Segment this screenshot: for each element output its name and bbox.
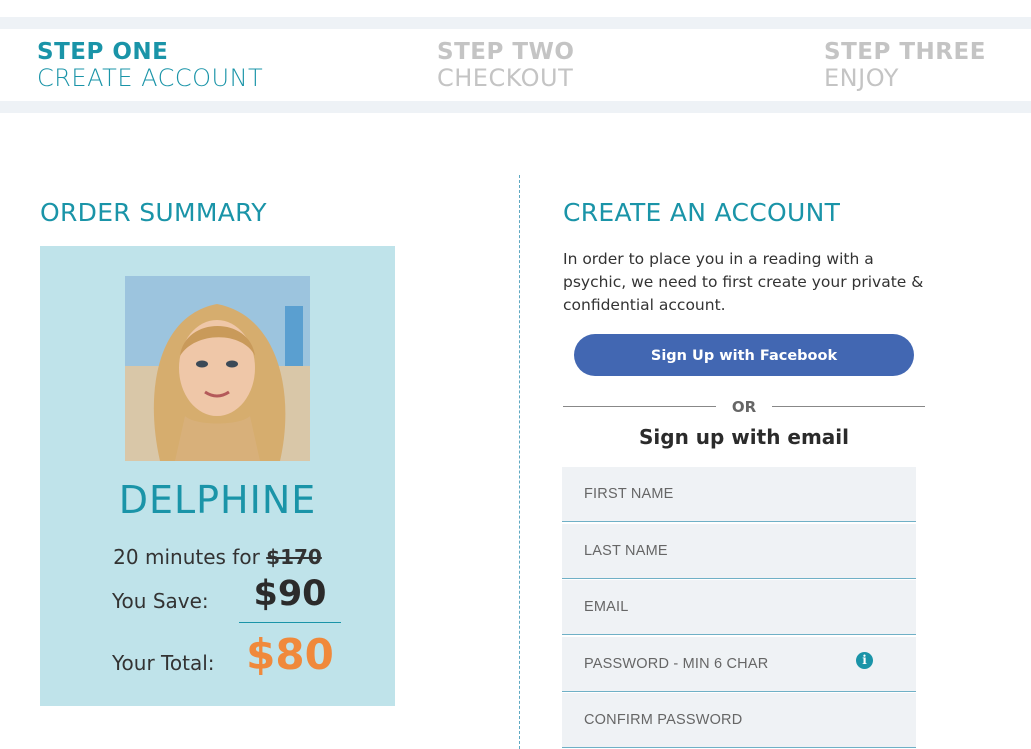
email-field[interactable] (562, 580, 916, 635)
step-one: STEP ONE CREATE ACCOUNT (37, 39, 264, 92)
duration-text: 20 minutes for (113, 545, 260, 569)
step-bar-bottom-border (0, 101, 1031, 113)
info-icon[interactable]: i (856, 652, 873, 669)
email-signup-heading: Sign up with email (639, 425, 849, 449)
step-three: STEP THREE ENJOY (824, 39, 986, 92)
facebook-signup-button[interactable]: Sign Up with Facebook (574, 334, 914, 376)
column-divider (519, 175, 520, 749)
total-label: Your Total: (112, 651, 215, 675)
or-separator-text: OR (731, 398, 757, 416)
last-name-field[interactable] (562, 524, 916, 579)
savings-label: You Save: (112, 589, 209, 613)
step-three-number: STEP THREE (824, 39, 986, 65)
psychic-name: DELPHINE (118, 478, 317, 522)
step-one-name: CREATE ACCOUNT (37, 64, 264, 92)
first-name-field[interactable] (562, 467, 916, 522)
session-duration-price: 20 minutes for $170 (40, 545, 395, 569)
savings-value: $90 (253, 574, 327, 614)
step-three-name: ENJOY (824, 64, 899, 92)
or-divider-right (772, 406, 925, 407)
order-summary-card: DELPHINE 20 minutes for $170 You Save: $… (40, 246, 395, 706)
or-divider-left (563, 406, 716, 407)
step-two: STEP TWO CHECKOUT (437, 39, 575, 92)
order-summary-title: ORDER SUMMARY (40, 198, 267, 227)
account-intro-text: In order to place you in a reading with … (563, 250, 924, 314)
step-one-number: STEP ONE (37, 39, 169, 65)
original-price: $170 (266, 545, 322, 569)
psychic-avatar (125, 276, 310, 461)
create-account-title: CREATE AN ACCOUNT (563, 198, 841, 227)
savings-divider (239, 622, 341, 623)
step-bar-top-border (0, 17, 1031, 29)
psychic-portrait-image (125, 276, 310, 461)
confirm-password-field[interactable] (562, 693, 916, 748)
total-value: $80 (246, 630, 334, 679)
step-two-name: CHECKOUT (437, 64, 574, 92)
step-two-number: STEP TWO (437, 39, 575, 65)
